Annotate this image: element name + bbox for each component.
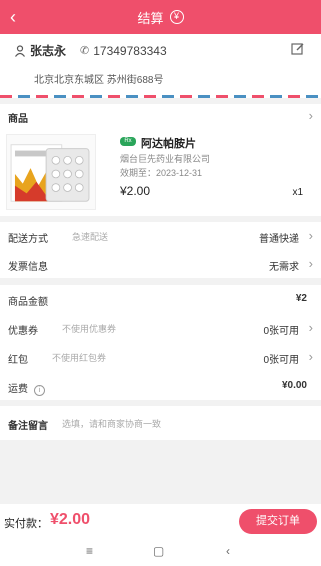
goods-amount-row: 商品金额 ¥2: [0, 285, 321, 313]
product-company: 烟台巨先药业有限公司: [120, 154, 211, 164]
remark-row: 备注留言 选填，请和商家协商一致: [0, 409, 321, 437]
shipping-row: 运费 i ¥0.00: [0, 372, 321, 400]
remark-card: 备注留言 选填，请和商家协商一致: [0, 406, 321, 440]
redpack-value: 0张可用: [263, 355, 299, 366]
pay-amount: ¥2.00: [50, 511, 91, 528]
redpack-row[interactable]: 红包 不使用红包券 0张可用 ›: [0, 343, 321, 371]
invoice-value: 无需求: [269, 262, 299, 273]
shipping-value: ¥0.00: [281, 380, 307, 391]
chevron-right-icon: ›: [308, 256, 313, 271]
options-card: 配送方式 急速配送 普通快递 › 发票信息 无需求 ›: [0, 222, 321, 278]
system-nav-bar: ≡ ▢ ‹: [0, 540, 321, 566]
coupon-value: 0张可用: [263, 326, 299, 337]
coupon-hint: 不使用优惠券: [62, 324, 117, 334]
address-card[interactable]: 张志永 ✆ 17349783343 北京北京东城区 苏州街688号: [0, 34, 321, 98]
rx-badge: Rx: [120, 137, 136, 146]
home-icon[interactable]: ▢: [153, 544, 164, 558]
product-name: 阿达帕胺片: [141, 138, 196, 150]
goods-amount-value: ¥2: [295, 293, 307, 304]
product-price: ¥2.00: [120, 184, 151, 198]
invoice-label: 发票信息: [8, 262, 48, 273]
title-wrap: 结算 ¥: [0, 0, 321, 34]
chevron-right-icon: ›: [308, 320, 313, 335]
goods-card: 商品 › Rx 阿达帕胺片 烟台巨先药业有限公司 效期至：2023-12-31 …: [0, 104, 321, 216]
recipient-name: 张志永: [30, 44, 67, 58]
product-qty: x1: [292, 187, 303, 198]
delivery-hint: 急速配送: [72, 232, 109, 242]
contact-row: 张志永 ✆ 17349783343: [14, 42, 167, 59]
chevron-right-icon: ›: [308, 349, 313, 364]
coupon-label: 优惠券: [8, 326, 38, 337]
goods-amount-label: 商品金额: [8, 297, 48, 308]
product-expiry: 效期至：2023-12-31: [120, 168, 203, 178]
recipient-phone: 17349783343: [93, 43, 167, 58]
phone-icon: ✆: [80, 45, 90, 57]
submit-order-button[interactable]: 提交订单: [239, 509, 317, 534]
remark-input[interactable]: 选填，请和商家协商一致: [62, 417, 161, 430]
redpack-label: 红包: [8, 355, 28, 366]
menu-icon[interactable]: ≡: [86, 544, 93, 558]
invoice-row[interactable]: 发票信息 无需求 ›: [0, 250, 321, 278]
delivery-label: 配送方式: [8, 234, 48, 245]
checkout-footer: 实付款： ¥2.00 提交订单: [0, 504, 321, 540]
shipping-label-text: 运费: [8, 384, 28, 395]
address-text: 北京北京东城区 苏州街688号: [34, 75, 164, 86]
pay-label: 实付款：: [4, 518, 48, 530]
chevron-right-icon[interactable]: ›: [309, 108, 313, 123]
redpack-hint: 不使用红包券: [52, 353, 107, 363]
amount-card: 商品金额 ¥2 优惠券 不使用优惠券 0张可用 › 红包 不使用红包券 0张可用…: [0, 285, 321, 400]
edit-icon[interactable]: [291, 42, 305, 56]
header-bar: ‹ 结算 ¥: [0, 0, 321, 34]
info-icon[interactable]: i: [34, 385, 45, 396]
product-image: [6, 134, 96, 210]
delivery-row[interactable]: 配送方式 急速配送 普通快递 ›: [0, 222, 321, 250]
person-icon: [15, 44, 25, 57]
shipping-label: 运费 i: [8, 380, 45, 396]
remark-label: 备注留言: [8, 421, 48, 432]
goods-section-label: 商品: [8, 114, 28, 125]
chevron-right-icon: ›: [308, 228, 313, 243]
coupon-row[interactable]: 优惠券 不使用优惠券 0张可用 ›: [0, 314, 321, 342]
yen-circle-icon: ¥: [169, 10, 184, 24]
nav-back-icon[interactable]: ‹: [226, 544, 230, 558]
address-stripe: [0, 95, 321, 98]
page-title: 结算: [137, 10, 164, 26]
delivery-value: 普通快递: [259, 234, 299, 245]
